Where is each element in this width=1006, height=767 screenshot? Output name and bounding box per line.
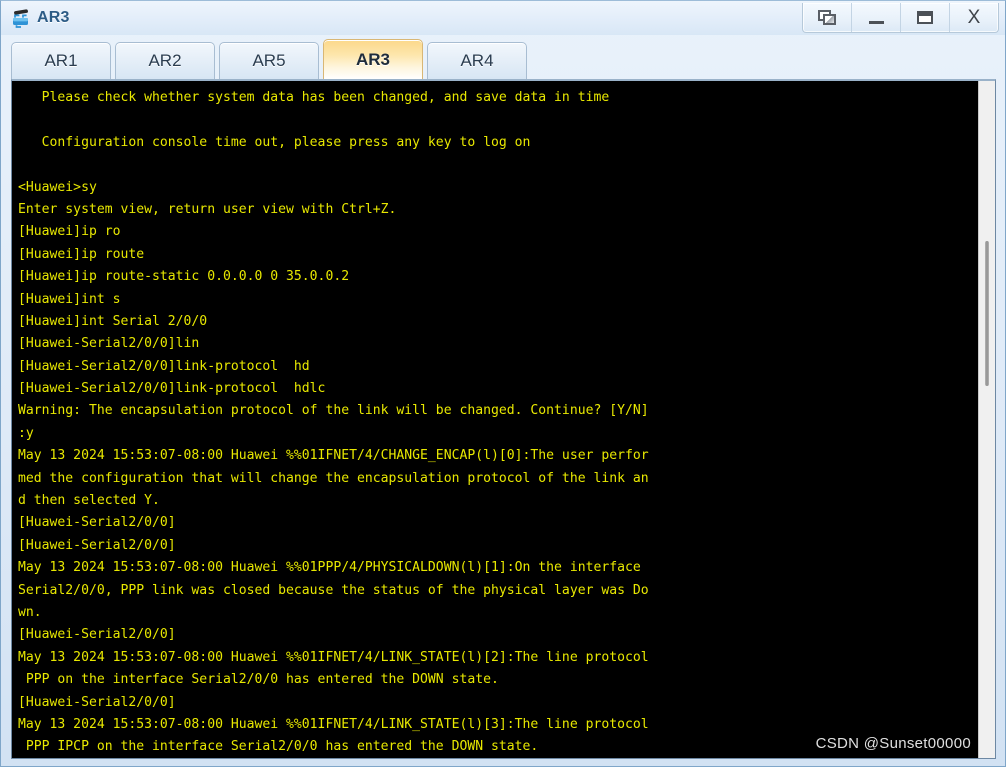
tab-ar2[interactable]: AR2 (115, 42, 215, 79)
console-line: May 13 2024 15:53:07-08:00 Huawei %%01IF… (18, 448, 649, 464)
console-line: [Huawei-Serial2/0/0]link-protocol hd (18, 358, 310, 374)
minimize-icon (868, 20, 884, 24)
console-line: Please check whether system data has bee… (18, 90, 610, 105)
tab-label: AR3 (355, 49, 390, 69)
window-title: AR3 (37, 9, 70, 26)
console-line: Serial2/0/0, PPP link was closed because… (18, 582, 649, 598)
tab-label: AR5 (252, 51, 286, 70)
console-line: <Huawei>sy (18, 179, 97, 195)
console-line: [Huawei]int Serial 2/0/0 (18, 313, 208, 329)
tab-label: AR2 (148, 51, 182, 70)
console-line: May 13 2024 15:53:07-08:00 Huawei %%01PP… (18, 560, 641, 576)
tab-label: AR4 (460, 51, 494, 70)
console-line: [Huawei]ip route-static 0.0.0.0 0 35.0.0… (18, 269, 350, 285)
restore-icon (817, 9, 837, 26)
restore-button[interactable] (803, 3, 851, 32)
console-line: PPP IPCP on the interface Serial2/0/0 ha… (18, 739, 539, 755)
console-line: [Huawei]ip route (18, 246, 145, 262)
tab-ar1[interactable]: AR1 (11, 42, 111, 79)
terminal-scrollbar[interactable] (978, 81, 995, 758)
tab-ar3[interactable]: AR3 (323, 39, 423, 79)
close-icon: X (967, 7, 981, 28)
console-line: [Huawei-Serial2/0/0] (18, 627, 176, 643)
minimize-button[interactable] (851, 3, 900, 32)
console-line: [Huawei-Serial2/0/0] (18, 694, 176, 710)
console-line: med the configuration that will change t… (18, 470, 649, 486)
device-tab-strip: AR1 AR2 AR5 AR3 AR4 (1, 35, 1005, 79)
tab-label: AR1 (44, 51, 78, 70)
tab-ar5[interactable]: AR5 (219, 42, 319, 79)
window-controls: X (802, 3, 999, 33)
console-line: [Huawei-Serial2/0/0] (18, 515, 176, 531)
console-line: [Huawei-Serial2/0/0]link-protocol hdlc (18, 381, 326, 397)
title-bar: AR3 X (1, 1, 1005, 35)
router-console-window: AR3 X AR1 AR2 AR5 AR3 AR4 Please check w… (0, 0, 1006, 767)
console-output[interactable]: Please check whether system data has bee… (12, 81, 978, 758)
console-line: [Huawei]ip ro (18, 224, 121, 240)
console-line: PPP on the interface Serial2/0/0 has ent… (18, 672, 499, 688)
console-line: Enter system view, return user view with… (18, 201, 397, 217)
console-line: Warning: The encapsulation protocol of t… (18, 403, 649, 419)
console-line: [Huawei-Serial2/0/0]lin (18, 336, 200, 352)
maximize-button[interactable] (900, 3, 949, 32)
maximize-icon (917, 11, 933, 24)
console-line: :y (18, 425, 34, 441)
tab-ar4[interactable]: AR4 (427, 42, 527, 79)
scrollbar-thumb[interactable] (985, 241, 989, 386)
console-line: [Huawei-Serial2/0/0] (18, 537, 176, 553)
console-line: [Huawei]int s (18, 291, 121, 307)
console-line: d then selected Y. (18, 493, 160, 509)
close-button[interactable]: X (949, 3, 998, 32)
console-line: May 13 2024 15:53:07-08:00 Huawei %%01IF… (18, 649, 649, 665)
console-line: May 13 2024 15:53:07-08:00 Huawei %%01IF… (18, 716, 649, 732)
console-line: wn. (18, 604, 42, 620)
router-icon (10, 7, 32, 29)
console-line: Configuration console time out, please p… (18, 134, 531, 150)
console-area: Please check whether system data has bee… (11, 79, 996, 759)
